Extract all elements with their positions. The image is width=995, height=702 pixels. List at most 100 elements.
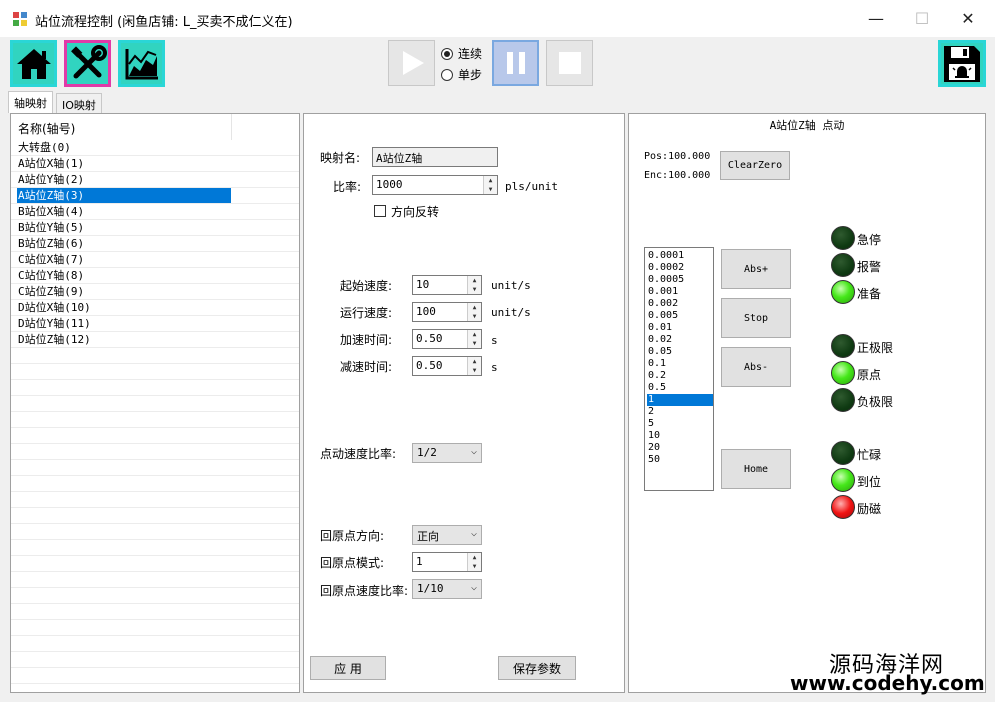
map-name-field[interactable]: A站位Z轴 [372, 147, 498, 167]
axis-list-header[interactable]: 名称(轴号) [18, 120, 232, 140]
start-speed-spinner[interactable]: ▲ ▼ [467, 276, 481, 294]
home-speed-label: 回原点速度比率: [320, 584, 409, 598]
step-list[interactable]: 0.0001 0.0002 0.0005 0.001 0.002 0.005 0.01 0.0… [644, 247, 714, 491]
step-list-item[interactable]: 0.1 [647, 358, 713, 370]
axis-list-item[interactable]: D站位Z轴(12) [17, 332, 231, 348]
list-gridline [11, 251, 299, 252]
axis-list-item[interactable]: C站位Y轴(8) [17, 268, 231, 284]
estop-led [831, 226, 855, 250]
tab-io-map[interactable]: IO映射 [56, 93, 102, 113]
watermark-url: www.codehy.com [790, 671, 985, 695]
excite-label: 励磁 [857, 502, 882, 516]
stop-icon [558, 52, 581, 74]
ratio-label: 比率: [333, 180, 362, 194]
axis-list-item[interactable]: B站位X轴(4) [17, 204, 231, 220]
ratio-spinner[interactable]: ▲ ▼ [483, 176, 497, 194]
step-list-item[interactable]: 1 [647, 394, 713, 406]
list-gridline [11, 587, 299, 588]
reverse-checkbox[interactable] [374, 205, 386, 217]
axis-list-item[interactable]: A站位Z轴(3) [17, 188, 231, 204]
mode-single[interactable]: 单步 [441, 66, 482, 83]
axis-list-item[interactable]: D站位Y轴(11) [17, 316, 231, 332]
excite-led [831, 495, 855, 519]
step-list-item[interactable]: 0.0001 [647, 250, 713, 262]
jog-ratio-select[interactable]: 1/2 ⌵ [412, 443, 482, 463]
step-list-item[interactable]: 0.0002 [647, 262, 713, 274]
step-list-item[interactable]: 0.01 [647, 322, 713, 334]
step-list-item[interactable]: 0.0005 [647, 274, 713, 286]
chart-button[interactable] [118, 40, 165, 87]
jog-stop-button[interactable]: Stop [721, 298, 791, 338]
accel-input[interactable]: 0.50 ▲ ▼ [412, 329, 482, 349]
mode-continuous[interactable]: 连续 [441, 45, 482, 62]
abs-plus-button[interactable]: Abs+ [721, 249, 791, 289]
step-list-item[interactable]: 20 [647, 442, 713, 454]
ready-label: 准备 [857, 287, 882, 301]
start-speed-input[interactable]: 10 ▲ ▼ [412, 275, 482, 295]
step-list-item[interactable]: 0.5 [647, 382, 713, 394]
home-jog-button[interactable]: Home [721, 449, 791, 489]
ready-led [831, 280, 855, 304]
list-gridline [11, 555, 299, 556]
chevron-down-icon: ⌵ [470, 446, 477, 457]
save-params-button[interactable]: 保存参数 [498, 656, 576, 680]
abs-minus-button[interactable]: Abs- [721, 347, 791, 387]
list-gridline [11, 635, 299, 636]
axis-list-item[interactable]: A站位X轴(1) [17, 156, 231, 172]
clear-zero-button[interactable]: ClearZero [720, 151, 790, 180]
axis-list-item[interactable]: B站位Y轴(5) [17, 220, 231, 236]
start-speed-unit: unit/s [491, 279, 531, 292]
step-list-item[interactable]: 50 [647, 454, 713, 466]
run-speed-input[interactable]: 100 ▲ ▼ [412, 302, 482, 322]
axis-list[interactable]: 名称(轴号) 大转盘(0) A站位X轴(1) A站位Y轴(2) A站位Z轴(3) B站位… [10, 113, 300, 693]
save-alarm-button[interactable] [938, 40, 986, 87]
home-speed-select[interactable]: 1/10 ⌵ [412, 579, 482, 599]
axis-list-item[interactable]: D站位X轴(10) [17, 300, 231, 316]
maximize-button[interactable]: ☐ [899, 0, 945, 37]
list-gridline [11, 427, 299, 428]
radio-single[interactable] [441, 68, 453, 81]
apply-button[interactable]: 应 用 [310, 656, 386, 680]
axis-list-item[interactable]: B站位Z轴(6) [17, 236, 231, 252]
step-list-item[interactable]: 0.2 [647, 370, 713, 382]
home-mode-spinner[interactable]: ▲ ▼ [467, 553, 481, 571]
step-list-item[interactable]: 2 [647, 406, 713, 418]
ratio-input[interactable]: 1000 ▲ ▼ [372, 175, 498, 195]
play-button[interactable] [388, 40, 435, 86]
pause-icon [506, 52, 525, 74]
step-list-item[interactable]: 0.005 [647, 310, 713, 322]
decel-spinner[interactable]: ▲ ▼ [467, 357, 481, 375]
accel-spinner[interactable]: ▲ ▼ [467, 330, 481, 348]
step-list-item[interactable]: 0.001 [647, 286, 713, 298]
floppy-alarm-icon [944, 45, 980, 82]
step-list-item[interactable]: 0.05 [647, 346, 713, 358]
step-list-item[interactable]: 0.002 [647, 298, 713, 310]
axis-list-item[interactable]: 大转盘(0) [17, 140, 231, 156]
list-gridline [11, 283, 299, 284]
step-list-item[interactable]: 10 [647, 430, 713, 442]
axis-list-item[interactable]: C站位X轴(7) [17, 252, 231, 268]
decel-input[interactable]: 0.50 ▲ ▼ [412, 356, 482, 376]
home-mode-input[interactable]: 1 ▲ ▼ [412, 552, 482, 572]
stop-button[interactable] [546, 40, 593, 86]
list-gridline [11, 347, 299, 348]
run-speed-spinner[interactable]: ▲ ▼ [467, 303, 481, 321]
axis-list-item[interactable]: A站位Y轴(2) [17, 172, 231, 188]
tab-axis-map[interactable]: 轴映射 [8, 91, 53, 113]
home-button[interactable] [10, 40, 57, 87]
list-gridline [11, 459, 299, 460]
settings-button[interactable] [64, 40, 111, 87]
radio-continuous[interactable] [441, 47, 453, 60]
close-button[interactable]: ✕ [945, 0, 991, 37]
axis-list-item[interactable]: C站位Z轴(9) [17, 284, 231, 300]
decel-unit: s [491, 361, 498, 374]
step-list-item[interactable]: 5 [647, 418, 713, 430]
ratio-unit: pls/unit [505, 180, 558, 193]
home-dir-select[interactable]: 正向 ⌵ [412, 525, 482, 545]
chart-icon [125, 48, 158, 79]
alarm-led [831, 253, 855, 277]
step-list-item[interactable]: 0.02 [647, 334, 713, 346]
pos-readout: Pos:100.000 [644, 151, 711, 162]
pause-button[interactable] [492, 40, 539, 86]
minimize-button[interactable]: — [853, 0, 899, 37]
